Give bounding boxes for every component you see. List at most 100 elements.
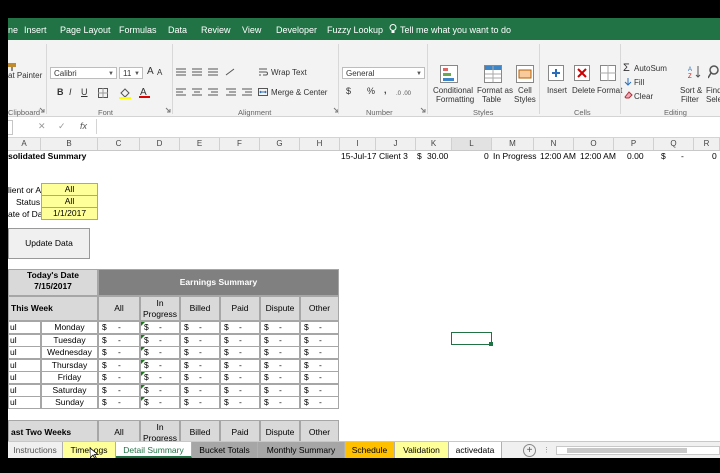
amount-cell[interactable]: $ - — [260, 371, 300, 384]
day-name-cell[interactable]: Tuesday — [41, 333, 98, 347]
underline-button[interactable]: U — [81, 87, 88, 97]
column-header-l[interactable]: L — [452, 138, 492, 150]
tab-insert[interactable]: Insert — [24, 25, 47, 35]
vertical-align-icons[interactable] — [176, 67, 246, 77]
autosum-button[interactable]: AutoSum — [634, 64, 667, 73]
amount-cell[interactable]: $ - — [220, 333, 260, 347]
amount-cell[interactable]: $ - — [300, 358, 339, 372]
borders-icon[interactable] — [98, 88, 110, 98]
amount-cell[interactable]: $ - — [220, 396, 260, 409]
wrap-text-button[interactable]: Wrap Text — [271, 68, 307, 77]
day-name-cell[interactable]: Friday — [41, 371, 98, 384]
column-header-r[interactable]: R — [694, 138, 720, 150]
sheet-tab-bucket-totals[interactable]: Bucket Totals — [192, 442, 258, 458]
horizontal-align-icons[interactable] — [176, 87, 252, 97]
selected-cell[interactable] — [451, 332, 492, 345]
tab-review[interactable]: Review — [201, 25, 231, 35]
shrink-font-button[interactable]: A — [157, 68, 162, 77]
column-header-g[interactable]: G — [260, 138, 300, 150]
italic-button[interactable]: I — [69, 87, 72, 97]
fill-color-icon[interactable] — [119, 87, 133, 99]
sheet-tab-monthly-summary[interactable]: Monthly Summary — [258, 442, 345, 458]
amount-cell[interactable]: $ - — [220, 371, 260, 384]
amount-cell[interactable]: $ - — [140, 333, 180, 347]
format-as-table-button[interactable]: Format as — [477, 86, 513, 95]
amount-cell[interactable]: $ - — [98, 333, 140, 347]
bold-button[interactable]: B — [57, 87, 64, 97]
merge-center-icon[interactable] — [258, 87, 268, 97]
cell-styles-button[interactable]: Cell — [518, 86, 532, 95]
day-name-cell[interactable]: Monday — [41, 321, 98, 334]
format-painter-icon[interactable] — [8, 62, 18, 71]
amount-cell[interactable]: $ - — [260, 333, 300, 347]
day-date-cell[interactable]: ul — [8, 321, 41, 334]
horizontal-scrollbar[interactable] — [556, 446, 720, 455]
column-header-j[interactable]: J — [376, 138, 416, 150]
font-color-icon[interactable]: A — [139, 86, 151, 99]
find-select-button-2[interactable]: Selec — [706, 95, 720, 104]
currency-format-button[interactable]: $ — [346, 86, 351, 96]
tab-data[interactable]: Data — [168, 25, 187, 35]
find-select-icon[interactable] — [708, 65, 720, 79]
amount-cell[interactable]: $ - — [98, 383, 140, 397]
sheet-tab-schedule[interactable]: Schedule — [345, 442, 395, 458]
decimal-buttons-icon[interactable]: .0 .00 — [396, 87, 422, 97]
column-header-h[interactable]: H — [300, 138, 340, 150]
grow-font-button[interactable]: A — [147, 66, 154, 77]
tell-me-search[interactable]: Tell me what you want to do — [400, 25, 511, 35]
sort-filter-icon[interactable]: AZ — [688, 65, 702, 79]
find-select-button[interactable]: Find — [706, 86, 720, 95]
amount-cell[interactable]: $ - — [140, 321, 180, 334]
amount-cell[interactable]: $ - — [140, 346, 180, 359]
conditional-formatting-button[interactable]: Conditional — [433, 86, 473, 95]
tab-page-layout[interactable]: Page Layout — [60, 25, 111, 35]
amount-cell[interactable]: $ - — [180, 321, 220, 334]
dialog-launcher-icon[interactable] — [165, 107, 171, 113]
column-header-a[interactable]: A — [8, 138, 41, 150]
day-date-cell[interactable]: ul — [8, 396, 41, 409]
dialog-launcher-icon[interactable] — [420, 107, 426, 113]
column-header-b[interactable]: B — [41, 138, 98, 150]
percent-format-button[interactable]: % — [367, 86, 375, 96]
column-header-m[interactable]: M — [492, 138, 534, 150]
fill-button[interactable]: Fill — [634, 78, 644, 87]
amount-cell[interactable]: $ - — [140, 383, 180, 397]
amount-cell[interactable]: $ - — [180, 383, 220, 397]
merge-center-button[interactable]: Merge & Center — [271, 88, 327, 97]
amount-cell[interactable]: $ - — [98, 358, 140, 372]
date-filter-value[interactable]: 1/1/2017 — [41, 207, 98, 220]
clear-button[interactable]: Clear — [634, 92, 653, 101]
column-header-o[interactable]: O — [574, 138, 614, 150]
sort-filter-button-2[interactable]: Filter — [681, 95, 699, 104]
day-date-cell[interactable]: ul — [8, 383, 41, 397]
conditional-formatting-button-2[interactable]: Formatting — [436, 95, 474, 104]
format-as-table-icon[interactable] — [484, 65, 502, 83]
sheet-tab-detail-summary[interactable]: Detail Summary — [116, 442, 192, 458]
comma-format-button[interactable]: , — [384, 85, 387, 95]
number-format-dropdown[interactable]: General ▼ — [342, 67, 425, 79]
format-as-table-button-2[interactable]: Table — [482, 95, 501, 104]
tab-view[interactable]: View — [242, 25, 261, 35]
tab-developer[interactable]: Developer — [276, 25, 317, 35]
day-date-cell[interactable]: ul — [8, 333, 41, 347]
amount-cell[interactable]: $ - — [300, 383, 339, 397]
day-date-cell[interactable]: ul — [8, 371, 41, 384]
cancel-entry-button[interactable]: ✕ — [38, 121, 46, 132]
column-header-e[interactable]: E — [180, 138, 220, 150]
amount-cell[interactable]: $ - — [260, 383, 300, 397]
font-size-dropdown[interactable]: 11 ▼ — [119, 67, 143, 79]
amount-cell[interactable]: $ - — [300, 371, 339, 384]
amount-cell[interactable]: $ - — [260, 358, 300, 372]
day-date-cell[interactable]: ul — [8, 358, 41, 372]
column-header-f[interactable]: F — [220, 138, 260, 150]
amount-cell[interactable]: $ - — [220, 358, 260, 372]
amount-cell[interactable]: $ - — [220, 383, 260, 397]
format-painter-button[interactable]: at Painter — [8, 71, 42, 80]
font-name-dropdown[interactable]: Calibri ▼ — [50, 67, 117, 79]
confirm-entry-button[interactable]: ✓ — [58, 121, 66, 132]
fill-down-icon[interactable] — [624, 78, 632, 86]
day-name-cell[interactable]: Sunday — [41, 396, 98, 409]
amount-cell[interactable]: $ - — [180, 371, 220, 384]
amount-cell[interactable]: $ - — [220, 346, 260, 359]
cell-styles-button-2[interactable]: Styles — [514, 95, 536, 104]
